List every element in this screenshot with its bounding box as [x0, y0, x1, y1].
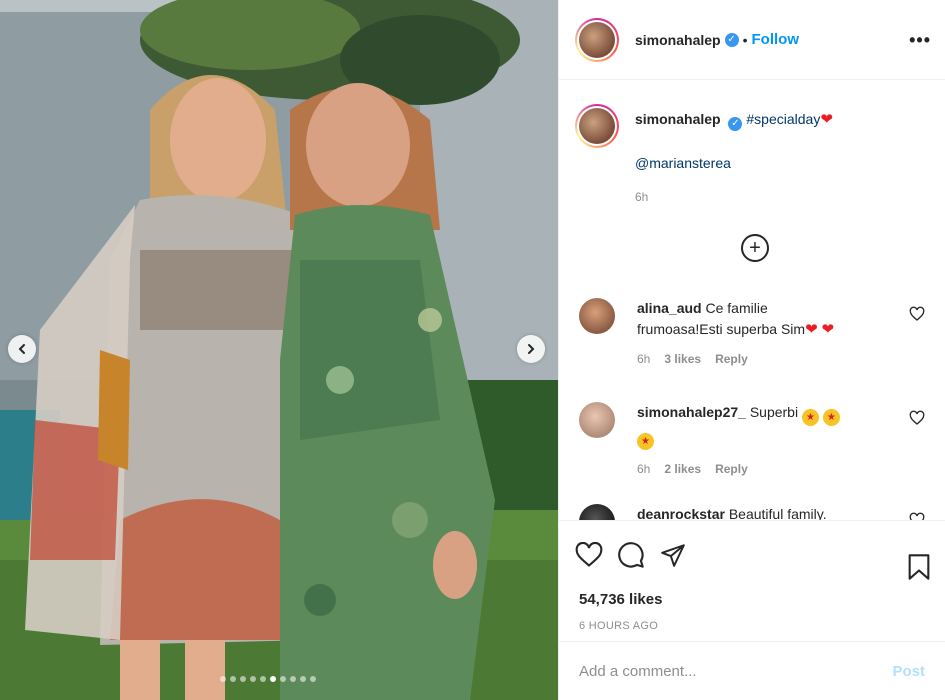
caption-username[interactable]: simonahalep [635, 111, 721, 127]
author-avatar[interactable] [575, 17, 619, 62]
chevron-left-icon [18, 344, 25, 354]
comment-composer: Add a comment... Post [559, 641, 945, 700]
caption-hashtag[interactable]: #specialday [746, 111, 820, 127]
more-options-icon[interactable]: ••• [909, 30, 931, 51]
previous-image-button[interactable] [8, 335, 36, 363]
comment-username[interactable]: deanrockstar [637, 506, 725, 520]
comment-likes[interactable]: 2 likes [664, 462, 701, 476]
verified-badge-icon: ✓ [728, 117, 743, 131]
post-comment-button[interactable]: Post [892, 663, 925, 680]
comment-timestamp: 6h [637, 462, 651, 476]
carousel-dot [290, 676, 296, 682]
load-more-comments-button[interactable]: + [741, 234, 769, 262]
likes-count[interactable]: 54,736 likes [559, 577, 945, 608]
like-comment-heart-icon[interactable] [909, 512, 925, 520]
post-panel: simonahalep ✓ • Follow ••• simonahalep ✓… [558, 0, 945, 700]
caption-timestamp: 6h [635, 190, 649, 204]
carousel-dot [230, 676, 236, 682]
comment-bubble-icon[interactable] [617, 541, 645, 569]
next-image-button[interactable] [517, 335, 545, 363]
star-struck-emoji-icon: ★ [801, 409, 819, 426]
carousel-indicator [220, 676, 316, 682]
separator: • [742, 31, 748, 48]
commenter-avatar[interactable] [579, 298, 615, 334]
comment-text: Ce familie [705, 300, 768, 316]
red-heart-emoji-icon: ❤ [820, 111, 833, 128]
post-photo [0, 0, 558, 700]
reply-button[interactable]: Reply [715, 462, 748, 476]
star-struck-emoji-icon: ★ [637, 433, 654, 450]
caption-mention[interactable]: @mariansterea [635, 155, 731, 171]
like-heart-icon[interactable] [575, 542, 603, 568]
like-comment-heart-icon[interactable] [909, 410, 925, 426]
comment-text: Beautiful family. [728, 506, 827, 520]
comment-item: deanrockstar Beautiful family. [579, 504, 925, 520]
verified-badge-icon: ✓ [724, 32, 739, 47]
post-actions: 54,736 likes 6 HOURS AGO [559, 520, 945, 632]
carousel-dot [300, 676, 306, 682]
comment-username[interactable]: simonahalep27_ [637, 404, 746, 420]
comments-list[interactable]: simonahalep ✓ #specialday❤ @mariansterea… [559, 80, 945, 520]
share-paper-plane-icon[interactable] [659, 542, 687, 568]
commenter-avatar[interactable] [579, 402, 615, 438]
comment-username[interactable]: alina_aud [637, 300, 702, 316]
comment-item: simonahalep27_ Superbi ★ ★ ★ 6h 2 likes … [579, 402, 925, 476]
carousel-dot [280, 676, 286, 682]
comment-timestamp: 6h [637, 352, 651, 366]
bookmark-save-icon[interactable] [907, 553, 931, 584]
post-header: simonahalep ✓ • Follow ••• [559, 0, 945, 80]
post-caption: simonahalep ✓ #specialday❤ @mariansterea… [575, 104, 833, 204]
comment-text: Superbi [749, 404, 799, 420]
star-struck-emoji-icon: ★ [822, 409, 840, 426]
carousel-dot [220, 676, 226, 682]
add-comment-input[interactable]: Add a comment... [579, 663, 892, 680]
post-timestamp: 6 HOURS AGO [579, 620, 659, 632]
carousel-dot [250, 676, 256, 682]
red-heart-emoji-icon: ❤ [821, 321, 835, 338]
comment-likes[interactable]: 3 likes [664, 352, 701, 366]
author-username[interactable]: simonahalep [635, 32, 721, 48]
carousel-dot [260, 676, 266, 682]
comment-item: alina_aud Ce familie frumoasa!Esti super… [579, 298, 925, 366]
post-image[interactable] [0, 0, 558, 700]
like-comment-heart-icon[interactable] [909, 306, 925, 322]
caption-avatar[interactable] [575, 104, 619, 148]
carousel-dot [270, 676, 276, 682]
carousel-dot [310, 676, 316, 682]
follow-button[interactable]: Follow [752, 31, 800, 48]
reply-button[interactable]: Reply [715, 352, 748, 366]
carousel-dot [240, 676, 246, 682]
red-heart-emoji-icon: ❤ [805, 321, 818, 338]
chevron-right-icon [528, 344, 535, 354]
commenter-avatar[interactable] [579, 504, 615, 520]
comment-text-continued: frumoasa!Esti superba Sim [637, 321, 806, 337]
